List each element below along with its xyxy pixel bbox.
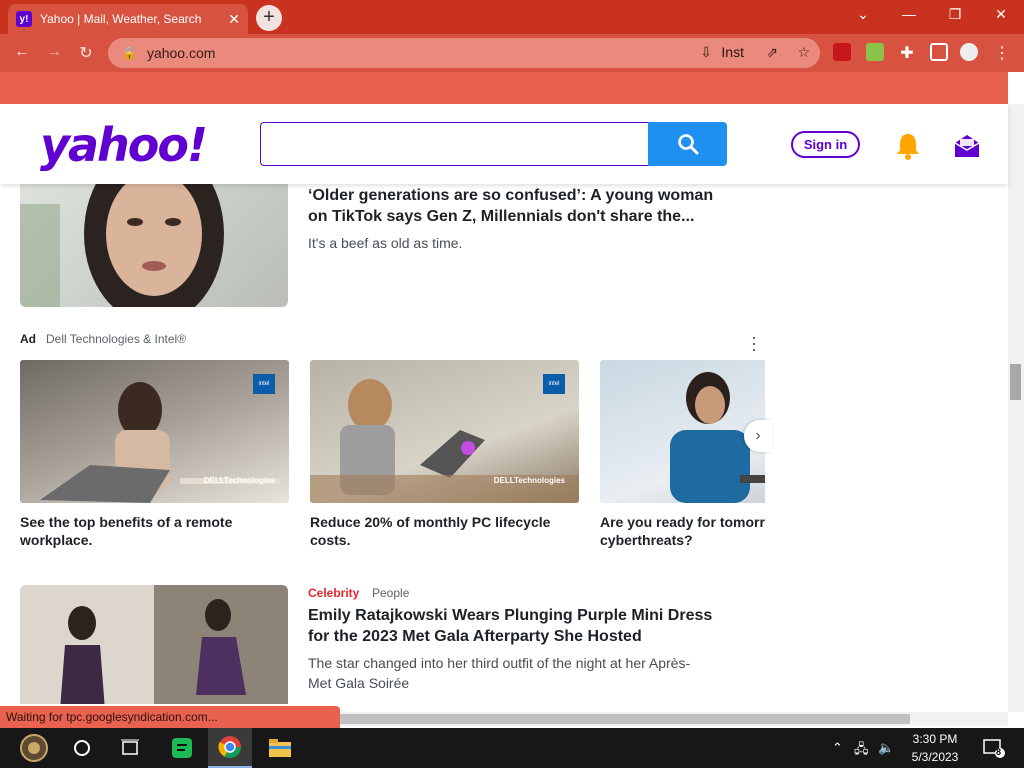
- browser-titlebar: y! Yahoo | Mail, Weather, Search ✕ + ⌄ —…: [0, 0, 1024, 34]
- tray-chevron-icon[interactable]: ⌃: [832, 740, 843, 756]
- taskbar-chrome[interactable]: [208, 728, 252, 768]
- share-icon[interactable]: ⇗: [766, 44, 778, 61]
- notification-bell-icon[interactable]: [895, 132, 921, 160]
- story-thumbnail[interactable]: [20, 184, 288, 307]
- ad-card-title[interactable]: Reduce 20% of monthly PC lifecycle costs…: [310, 513, 579, 549]
- ad-options-icon[interactable]: · · ·: [746, 328, 762, 358]
- search-button[interactable]: [648, 122, 727, 166]
- close-window-icon[interactable]: ✕: [986, 6, 1016, 23]
- chrome-menu-icon[interactable]: ⋮: [992, 43, 1012, 63]
- close-tab-icon[interactable]: ✕: [228, 11, 240, 28]
- news-stream: ‘Older generations are so confused’: A y…: [0, 184, 1008, 704]
- provider-label: People: [372, 586, 410, 600]
- carousel-overflow-mask: [765, 354, 1008, 554]
- ad-card[interactable]: intel DELLTechnologies Reduce 20% of mon…: [310, 360, 579, 549]
- install-app-icon[interactable]: ⇩: [700, 44, 712, 61]
- story-summary: The star changed into her third outfit o…: [308, 655, 691, 691]
- forward-arrow-icon[interactable]: →: [44, 43, 64, 61]
- cortana-circle-icon: [74, 740, 90, 756]
- side-panel-icon[interactable]: [930, 43, 948, 61]
- mail-icon[interactable]: [954, 133, 980, 159]
- carousel-next-chevron-icon[interactable]: ›: [744, 420, 772, 452]
- minimize-icon[interactable]: —: [894, 6, 924, 22]
- vertical-scrollbar-thumb[interactable]: [1010, 364, 1021, 400]
- browser-tab[interactable]: y! Yahoo | Mail, Weather, Search ✕: [8, 4, 248, 34]
- action-center-button[interactable]: 8: [972, 728, 1016, 768]
- address-bar[interactable]: 🔒 yahoo.com ⇩ Inst ⇗ ☆: [108, 38, 820, 68]
- url-text: yahoo.com: [146, 45, 216, 61]
- page-top-band: [0, 72, 1008, 104]
- install-label[interactable]: Inst: [721, 44, 744, 60]
- bookmark-star-icon[interactable]: ☆: [797, 44, 810, 61]
- story-title[interactable]: ‘Older generations are so confused’: A y…: [308, 185, 718, 227]
- back-arrow-icon[interactable]: ←: [12, 43, 32, 61]
- status-bubble: Waiting for tpc.googlesyndication.com...: [0, 706, 340, 728]
- dell-logo: DELLTechnologies: [493, 476, 565, 485]
- taskbar-explorer[interactable]: [258, 728, 302, 768]
- clock-time: 3:30 PM: [912, 732, 958, 746]
- met-gala-dress-image: [20, 585, 288, 704]
- cortana-button[interactable]: [60, 728, 104, 768]
- restore-icon[interactable]: ❐: [940, 6, 970, 23]
- dell-logo: DELLTechnologies: [203, 476, 275, 485]
- extension-red-icon[interactable]: [833, 43, 851, 61]
- story-thumbnail[interactable]: [20, 585, 288, 704]
- notification-count: 8: [996, 747, 1002, 757]
- browser-toolbar: ← → ↻ 🔒 yahoo.com ⇩ Inst ⇗ ☆ ✚ ⋮: [0, 34, 1024, 72]
- clock-date: 5/3/2023: [911, 750, 959, 764]
- reload-icon[interactable]: ↻: [76, 43, 96, 63]
- network-icon[interactable]: 🖧: [854, 740, 869, 762]
- ad-card[interactable]: intel DELLTechnologies See the top benef…: [20, 360, 289, 549]
- category-label[interactable]: Celebrity: [308, 586, 359, 600]
- search-input[interactable]: [260, 122, 648, 166]
- task-view-icon: [121, 739, 139, 755]
- vertical-scrollbar[interactable]: [1008, 104, 1024, 712]
- sign-in-button[interactable]: Sign in: [791, 131, 860, 158]
- volume-icon[interactable]: 🔈: [878, 740, 894, 756]
- chrome-icon: [218, 736, 241, 758]
- file-explorer-icon: [269, 739, 291, 757]
- tab-title: Yahoo | Mail, Weather, Search: [40, 12, 202, 26]
- extension-green-icon[interactable]: [866, 43, 884, 61]
- woman-portrait-image: [20, 184, 224, 307]
- ad-card-title[interactable]: See the top benefits of a remote workpla…: [20, 513, 289, 549]
- lock-icon: 🔒: [122, 46, 137, 60]
- ad-card-image: intel DELLTechnologies: [20, 360, 289, 503]
- profile-avatar[interactable]: [960, 43, 978, 61]
- story-title[interactable]: Emily Ratajkowski Wears Plunging Purple …: [308, 605, 718, 647]
- story-summary: It's a beef as old as time.: [308, 235, 463, 251]
- start-button[interactable]: [12, 728, 56, 768]
- task-view-button[interactable]: [108, 728, 152, 768]
- windows-taskbar: ⌃ 🖧 🔈 3:30 PM 5/3/2023 8: [0, 728, 1024, 768]
- search-icon: [677, 134, 698, 155]
- taskbar-app-green[interactable]: [160, 728, 204, 768]
- yahoo-logo[interactable]: yahoo!: [40, 118, 208, 172]
- extensions-puzzle-icon[interactable]: ✚: [897, 43, 917, 63]
- notification-icon: [983, 739, 1005, 758]
- taskbar-clock[interactable]: 3:30 PM 5/3/2023: [900, 730, 970, 766]
- ad-card-image: intel DELLTechnologies: [310, 360, 579, 503]
- sticky-notes-icon: [172, 738, 192, 758]
- new-tab-button[interactable]: +: [256, 5, 282, 31]
- ad-tag: Ad: [20, 332, 36, 346]
- ad-sponsor[interactable]: Dell Technologies & Intel®: [46, 332, 186, 346]
- intel-logo: intel: [543, 374, 565, 394]
- start-emblem-icon: [20, 734, 48, 762]
- tab-search-chevron-icon[interactable]: ⌄: [848, 6, 878, 23]
- yahoo-favicon: y!: [16, 11, 32, 27]
- intel-logo: intel: [253, 374, 275, 394]
- ad-label: Ad Dell Technologies & Intel®: [20, 332, 186, 346]
- horizontal-scrollbar-thumb[interactable]: [300, 714, 910, 724]
- yahoo-header: yahoo! Sign in: [0, 104, 1008, 184]
